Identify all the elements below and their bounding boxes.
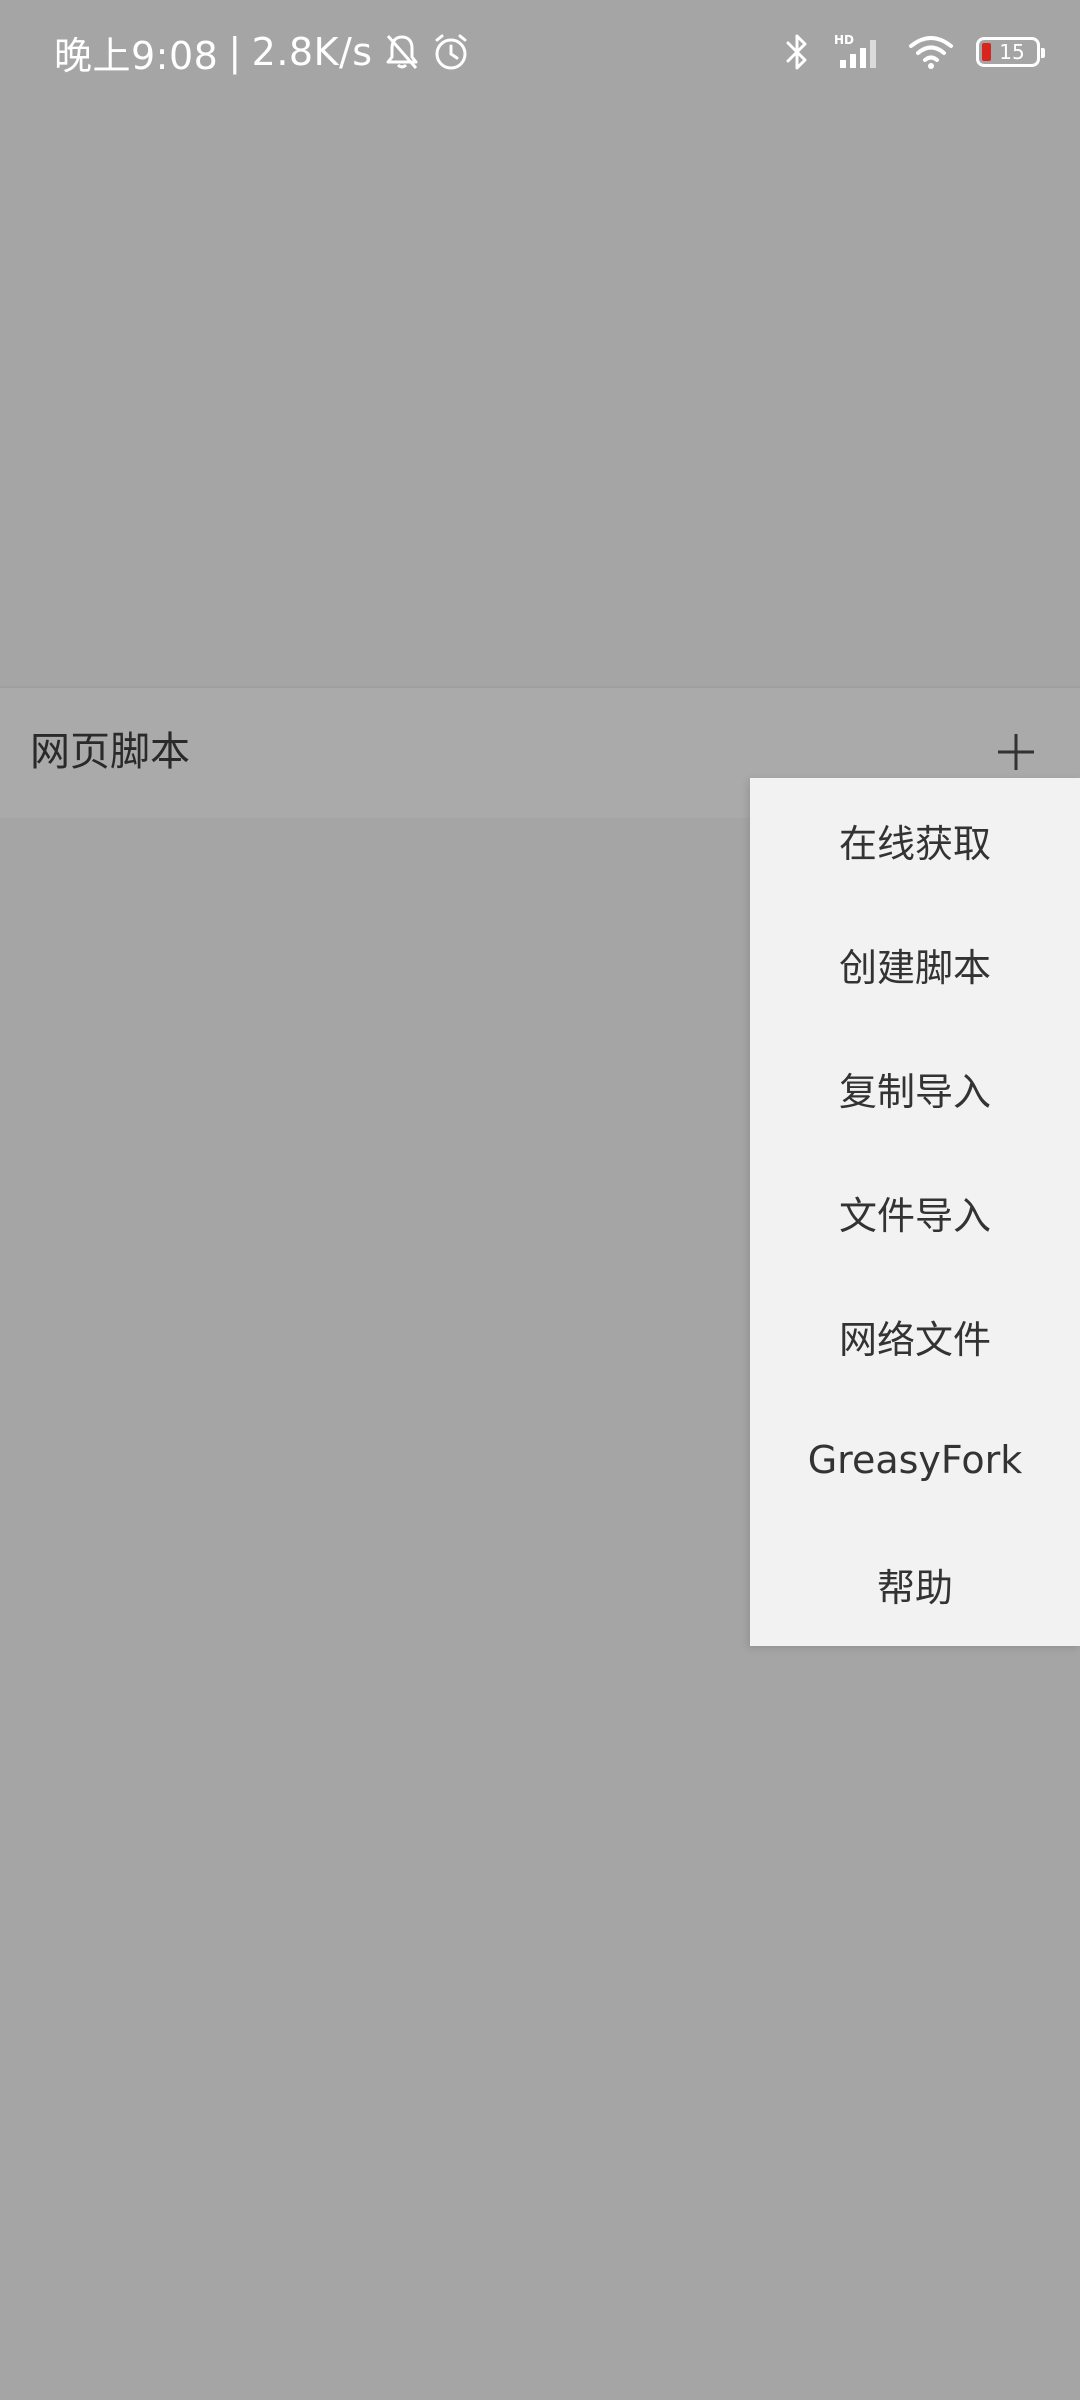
status-bar: 晚上9:08 | 2.8K/s HD 15 [0,0,1080,104]
menu-item-help[interactable]: 帮助 [750,1522,1080,1646]
bell-off-icon [383,32,421,72]
alarm-icon [431,32,471,72]
status-separator: | [228,30,242,74]
menu-item-network-file[interactable]: 网络文件 [750,1274,1080,1398]
menu-item-create-script[interactable]: 创建脚本 [750,902,1080,1026]
battery-level: 15 [999,40,1025,64]
menu-item-copy-import[interactable]: 复制导入 [750,1026,1080,1150]
battery-icon: 15 [976,37,1045,67]
status-time: 晚上9:08 [54,33,219,78]
add-menu: 在线获取 创建脚本 复制导入 文件导入 网络文件 GreasyFork 帮助 [750,778,1080,1646]
menu-item-file-import[interactable]: 文件导入 [750,1150,1080,1274]
page-title: 网页脚本 [30,729,190,775]
plus-icon [998,734,1034,770]
menu-item-greasyfork[interactable]: GreasyFork [750,1398,1080,1522]
network-speed: 2.8K/s [251,30,373,74]
status-right: HD 15 [784,24,1045,80]
menu-item-online-fetch[interactable]: 在线获取 [750,778,1080,902]
signal-hd-icon: HD [832,32,886,72]
bluetooth-icon [784,32,810,72]
svg-text:HD: HD [834,33,854,47]
wifi-icon [908,32,954,72]
battery-fill [982,43,991,61]
status-left: 晚上9:08 | 2.8K/s [54,24,471,80]
